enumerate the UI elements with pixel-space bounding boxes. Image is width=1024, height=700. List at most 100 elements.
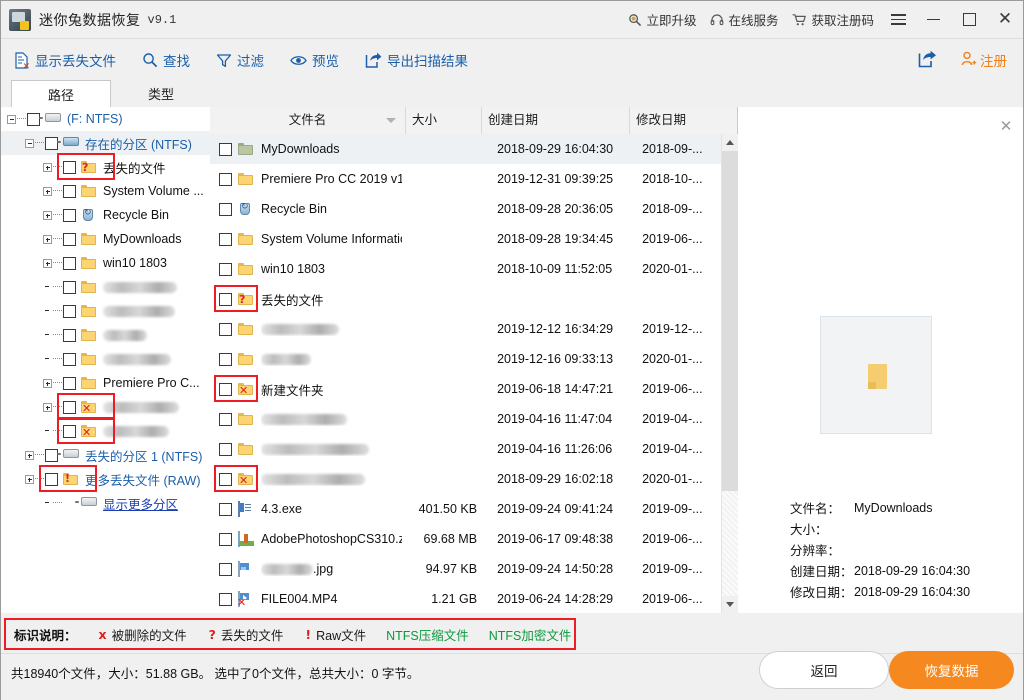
table-row[interactable]: ✕ FILE004.MP4 1.21 GB 2019-06-24 14:28:29 20… — [210, 584, 721, 613]
table-row[interactable]: 2019-12-16 09:33:13 2020-01-... — [210, 344, 721, 374]
show-lost-files-button[interactable]: ✕ 显示丢失文件 — [1, 39, 129, 81]
row-checkbox[interactable] — [219, 472, 232, 486]
scrollbar-thumb[interactable] — [722, 151, 738, 491]
table-row[interactable]: Recycle Bin 2018-09-28 20:36:05 2018-09-..… — [210, 194, 721, 224]
expand-toggle-icon[interactable] — [43, 378, 52, 388]
tree-item[interactable]: 显示更多分区 — [1, 491, 210, 515]
scroll-up-arrow-icon[interactable] — [722, 134, 738, 151]
table-row[interactable]: System Volume Information 2018-09-28 19:3… — [210, 224, 721, 254]
expand-toggle-icon[interactable] — [43, 162, 52, 172]
tree-item-checkbox[interactable] — [45, 136, 58, 150]
online-service-link[interactable]: 在线服务 — [703, 1, 785, 38]
tree-item-checkbox[interactable] — [63, 424, 76, 438]
row-checkbox[interactable] — [219, 532, 232, 546]
row-checkbox[interactable] — [219, 502, 232, 516]
scroll-down-arrow-icon[interactable] — [722, 596, 738, 613]
tree-item-checkbox[interactable] — [63, 400, 76, 414]
expand-toggle-icon[interactable] — [25, 450, 34, 460]
row-checkbox[interactable] — [219, 292, 232, 306]
tree-item-checkbox[interactable] — [63, 184, 76, 198]
tree-item-checkbox[interactable] — [63, 376, 76, 390]
tree-item[interactable]: ? 丢失的文件 — [1, 155, 210, 179]
row-checkbox[interactable] — [219, 142, 232, 156]
tree-item-checkbox[interactable] — [45, 472, 58, 486]
column-header-modified-date[interactable]: 修改日期 — [630, 107, 706, 134]
table-row[interactable]: ? 丢失的文件 — [210, 284, 721, 314]
expand-toggle-icon[interactable] — [43, 234, 52, 244]
table-row[interactable]: AdobePhotoshopCS310.zip 69.68 MB 2019-06-1… — [210, 524, 721, 554]
tree-item[interactable]: ✕ — [1, 419, 210, 443]
scrollbar-track[interactable] — [722, 151, 738, 596]
table-row[interactable]: .jpg 94.97 KB 2019-09-24 14:50:28 2019-09-.… — [210, 554, 721, 584]
expand-toggle-icon[interactable] — [43, 186, 52, 196]
expand-toggle-icon[interactable] — [43, 210, 52, 220]
share-button[interactable] — [902, 39, 953, 81]
tree-item[interactable]: (F: NTFS) — [1, 107, 210, 131]
row-checkbox[interactable] — [219, 322, 232, 336]
tree-item-checkbox[interactable] — [63, 208, 76, 222]
row-checkbox[interactable] — [219, 352, 232, 366]
table-row[interactable]: win10 1803 2018-10-09 11:52:05 2020-01-... — [210, 254, 721, 284]
row-checkbox[interactable] — [219, 382, 232, 396]
row-checkbox[interactable] — [219, 202, 232, 216]
table-row[interactable]: 2019-04-16 11:47:04 2019-04-... — [210, 404, 721, 434]
expand-toggle-icon[interactable] — [43, 402, 52, 412]
tree-item[interactable]: ! 更多丢失文件 (RAW) — [1, 467, 210, 491]
tree-item-checkbox[interactable] — [63, 160, 76, 174]
tree-item[interactable] — [1, 347, 210, 371]
column-header-created-date[interactable]: 创建日期 — [482, 107, 630, 134]
tree-item[interactable]: 丢失的分区 1 (NTFS) — [1, 443, 210, 467]
preview-button[interactable]: 预览 — [277, 39, 352, 81]
close-icon[interactable]: ✕ — [999, 119, 1013, 134]
hamburger-icon[interactable] — [881, 1, 915, 38]
collapse-toggle-icon[interactable] — [7, 114, 16, 124]
close-icon[interactable]: ✕ — [987, 1, 1023, 38]
minimize-icon[interactable] — [915, 1, 951, 38]
tree-item-checkbox[interactable] — [63, 232, 76, 246]
collapse-toggle-icon[interactable] — [25, 138, 34, 148]
register-button[interactable]: 注册 — [953, 39, 1023, 81]
table-row[interactable]: 2019-12-12 16:34:29 2019-12-... — [210, 314, 721, 344]
export-scan-result-button[interactable]: 导出扫描结果 — [352, 39, 481, 81]
tree-item-checkbox[interactable] — [63, 304, 76, 318]
file-list-scrollbar[interactable] — [721, 134, 738, 613]
row-checkbox[interactable] — [219, 592, 232, 606]
tree-item[interactable]: win10 1803 — [1, 251, 210, 275]
recover-data-button[interactable]: 恢复数据 — [889, 651, 1014, 689]
maximize-icon[interactable] — [951, 1, 987, 38]
table-row[interactable]: ✕ 2018-09-29 16:02:18 2020-01-... — [210, 464, 721, 494]
directory-tree[interactable]: (F: NTFS) 存在的分区 (NTFS) ? 丢失的文件 System Volume… — [1, 107, 211, 613]
filter-button[interactable]: 过滤 — [203, 39, 277, 81]
table-row[interactable]: Premiere Pro CC 2019 v1... 2019-12-31 09:… — [210, 164, 721, 194]
tree-item-checkbox[interactable] — [63, 256, 76, 270]
tree-item[interactable]: MyDownloads — [1, 227, 210, 251]
table-row[interactable]: 4.3.exe 401.50 KB 2019-09-24 09:41:24 2019-… — [210, 494, 721, 524]
row-checkbox[interactable] — [219, 262, 232, 276]
table-row[interactable]: 2019-04-16 11:26:06 2019-04-... — [210, 434, 721, 464]
tree-item[interactable]: Premiere Pro C... — [1, 371, 210, 395]
expand-toggle-icon[interactable] — [43, 258, 52, 268]
table-row[interactable]: ✕ 新建文件夹 2019-06-18 14:47:21 2019-06-... — [210, 374, 721, 404]
tree-item[interactable]: ✕ — [1, 395, 210, 419]
table-row[interactable]: MyDownloads 2018-09-29 16:04:30 2018-09-..… — [210, 134, 721, 164]
tree-item[interactable]: Recycle Bin — [1, 203, 210, 227]
tab-type[interactable]: 类型 — [116, 80, 206, 107]
expand-toggle-icon[interactable] — [25, 474, 34, 484]
upgrade-link[interactable]: 立即升级 — [621, 1, 703, 38]
search-button[interactable]: 查找 — [129, 39, 203, 81]
tree-item-checkbox[interactable] — [45, 448, 58, 462]
tree-item-checkbox[interactable] — [63, 328, 76, 342]
tree-item[interactable] — [1, 299, 210, 323]
row-checkbox[interactable] — [219, 232, 232, 246]
tree-item[interactable]: 存在的分区 (NTFS) — [1, 131, 210, 155]
column-header-size[interactable]: 大小 — [406, 107, 482, 134]
row-checkbox[interactable] — [219, 172, 232, 186]
tree-item[interactable] — [1, 275, 210, 299]
tab-path[interactable]: 路径 — [11, 80, 111, 107]
row-checkbox[interactable] — [219, 562, 232, 576]
get-license-link[interactable]: 获取注册码 — [785, 1, 881, 38]
tree-item-checkbox[interactable] — [63, 280, 76, 294]
tree-item-checkbox[interactable] — [27, 112, 40, 126]
tree-item[interactable]: System Volume ... — [1, 179, 210, 203]
tree-item[interactable] — [1, 323, 210, 347]
